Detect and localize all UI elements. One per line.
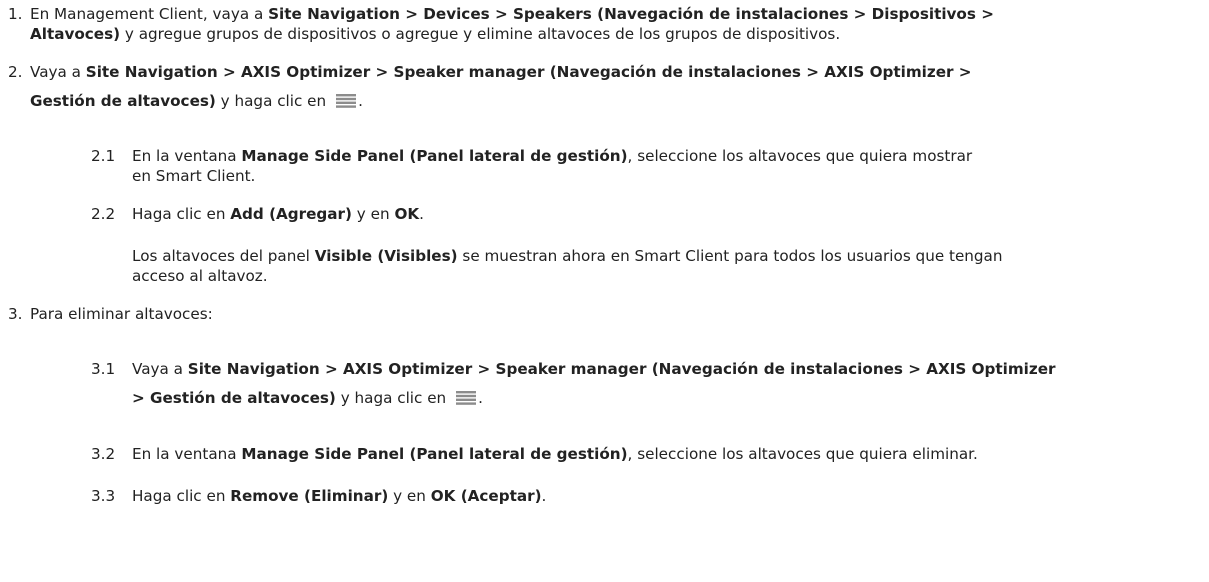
substep-2-1-line-2: en Smart Client.: [132, 167, 256, 185]
substep-3-3-number: 3.3: [91, 487, 116, 505]
step-1-number: 1.: [8, 5, 23, 23]
step-2-line-1: Vaya a Site Navigation > AXIS Optimizer …: [30, 63, 972, 81]
site-navigation-path: Site Navigation > Devices > Speakers (Na…: [268, 5, 994, 23]
substep-3-2-number: 3.2: [91, 445, 116, 463]
step-1-line-1: En Management Client, vaya a Site Naviga…: [30, 5, 994, 23]
substep-3-2-line-1: En la ventana Manage Side Panel (Panel l…: [132, 445, 978, 463]
substep-2-1-number: 2.1: [91, 147, 116, 165]
substep-2-2-number: 2.2: [91, 205, 116, 223]
substep-2-1-line-1: En la ventana Manage Side Panel (Panel l…: [132, 147, 973, 165]
step-1-line-2: Altavoces) y agregue grupos de dispositi…: [30, 25, 841, 43]
step-3-line-1: Para eliminar altavoces:: [30, 305, 213, 323]
substep-3-1-line-1: Vaya a Site Navigation > AXIS Optimizer …: [132, 360, 1056, 378]
substep-3-3-line-1: Haga clic en Remove (Eliminar) y en OK (…: [132, 487, 547, 505]
step-3-number: 3.: [8, 305, 23, 323]
substep-3-1-line-2: > Gestión de altavoces) y haga clic en.: [132, 389, 483, 407]
substep-2-2-note-line-2: acceso al altavoz.: [132, 267, 268, 285]
substep-2-2-line-1: Haga clic en Add (Agregar) y en OK.: [132, 205, 424, 223]
substep-3-1-number: 3.1: [91, 360, 116, 378]
step-2-line-2: Gestión de altavoces) y haga clic en.: [30, 92, 363, 110]
substep-2-2-note-line-1: Los altavoces del panel Visible (Visible…: [132, 247, 1003, 265]
step-2-number: 2.: [8, 63, 23, 81]
speaker-manager-path: Site Navigation > AXIS Optimizer > Speak…: [85, 63, 972, 81]
list-menu-icon[interactable]: [336, 94, 357, 108]
list-menu-icon[interactable]: [456, 391, 477, 405]
instructions-document: 1. En Management Client, vaya a Site Nav…: [0, 0, 1209, 582]
